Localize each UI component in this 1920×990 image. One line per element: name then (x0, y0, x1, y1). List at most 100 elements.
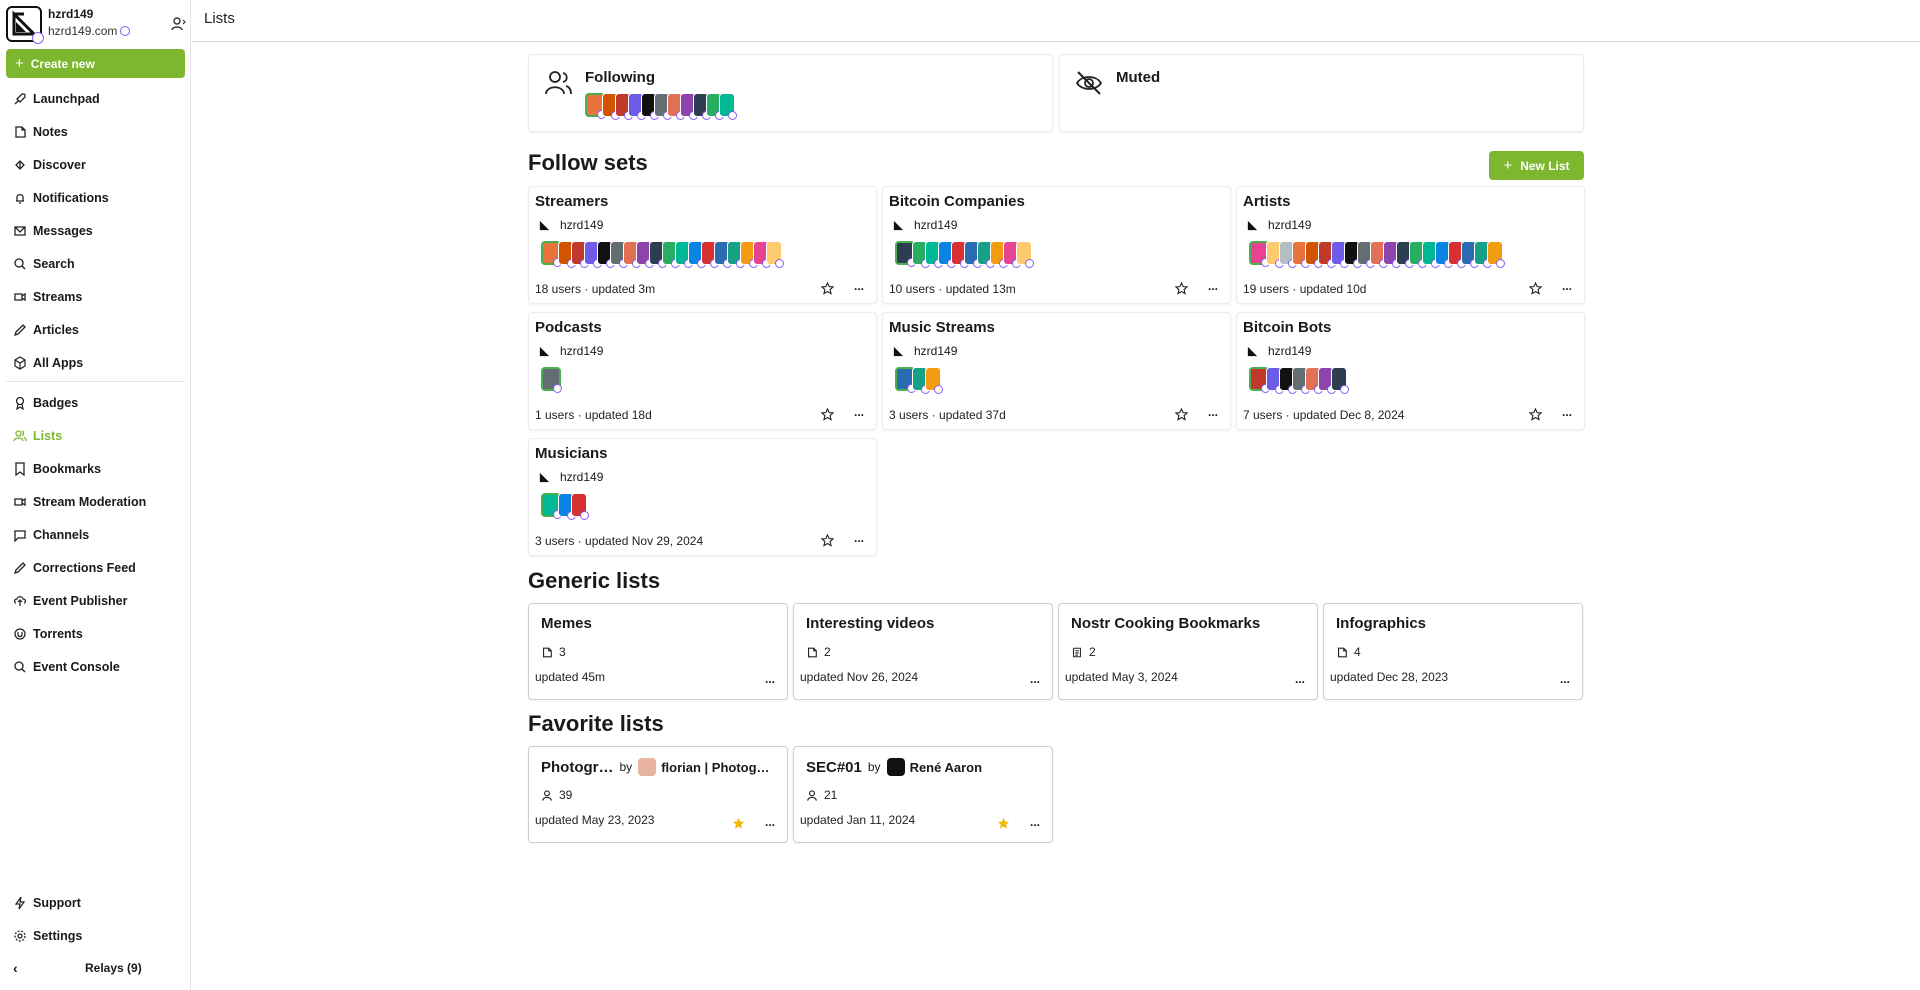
follow-set-card[interactable]: Streamers hzrd149 18 users · updated 3m … (528, 186, 877, 304)
sidebar-item-channels[interactable]: Channels (13, 524, 183, 546)
star-icon[interactable] (821, 282, 834, 295)
more-options-button[interactable]: ... (1562, 279, 1572, 293)
follow-set-title[interactable]: Streamers (535, 193, 608, 210)
sidebar-item-articles[interactable]: Articles (13, 319, 183, 341)
follow-set-owner[interactable]: hzrd149 (1246, 344, 1311, 358)
sidebar-item-notes[interactable]: Notes (13, 121, 183, 143)
author-avatar[interactable] (886, 758, 905, 776)
more-options-button[interactable]: ... (854, 405, 864, 419)
follow-set-owner[interactable]: hzrd149 (538, 470, 603, 484)
follow-set-title[interactable]: Podcasts (535, 319, 602, 336)
sidebar-item-all-apps[interactable]: All Apps (13, 352, 183, 374)
sidebar-item-streams[interactable]: Streams (13, 286, 183, 308)
more-options-button[interactable]: ... (1030, 815, 1040, 829)
star-icon[interactable] (1529, 408, 1542, 421)
more-options-button[interactable]: ... (854, 531, 864, 545)
following-card[interactable]: Following (528, 54, 1053, 132)
star-filled-icon[interactable] (732, 817, 745, 830)
user-avatar[interactable] (925, 367, 943, 394)
follow-set-owner[interactable]: hzrd149 (1246, 218, 1311, 232)
follow-set-card[interactable]: Bitcoin Companies hzrd149 10 users · upd… (882, 186, 1231, 304)
user-avatar[interactable] (1487, 241, 1505, 268)
follow-set-owner[interactable]: hzrd149 (892, 344, 957, 358)
sidebar-item-support[interactable]: Support (13, 892, 183, 914)
eye-off-icon (1075, 71, 1103, 95)
follow-set-title[interactable]: Bitcoin Bots (1243, 319, 1331, 336)
more-options-button[interactable]: ... (1560, 672, 1570, 686)
user-avatar[interactable] (541, 367, 562, 393)
sidebar-item-launchpad[interactable]: Launchpad (13, 88, 183, 110)
sidebar-item-torrents[interactable]: Torrents (13, 623, 183, 645)
more-options-button[interactable]: ... (765, 815, 775, 829)
star-icon[interactable] (1529, 282, 1542, 295)
generic-list-card[interactable]: Nostr Cooking Bookmarks 2 updated May 3,… (1058, 603, 1318, 700)
user-avatar[interactable] (1331, 367, 1349, 394)
sidebar-item-stream-moderation[interactable]: Stream Moderation (13, 491, 183, 513)
generic-list-card[interactable]: Memes 3 updated 45m ... (528, 603, 788, 700)
sidebar-item-lists[interactable]: Lists (13, 425, 183, 447)
sidebar-item-bookmarks[interactable]: Bookmarks (13, 458, 183, 480)
profile-block[interactable]: hzrd149 hzrd149.com (6, 6, 186, 44)
star-filled-icon[interactable] (997, 817, 1010, 830)
more-options-button[interactable]: ... (1208, 405, 1218, 419)
relays-button[interactable]: ‹ Relays (9) (13, 958, 183, 978)
generic-list-title[interactable]: Nostr Cooking Bookmarks (1071, 615, 1260, 632)
star-icon[interactable] (1175, 408, 1188, 421)
new-list-button[interactable]: + New List (1489, 151, 1584, 180)
star-icon[interactable] (821, 408, 834, 421)
follow-set-title[interactable]: Music Streams (889, 319, 995, 336)
favorite-list-title[interactable]: SEC#01 (806, 759, 862, 776)
follow-set-card[interactable]: Music Streams hzrd149 3 users · updated … (882, 312, 1231, 430)
sidebar-item-event-publisher[interactable]: Event Publisher (13, 590, 183, 612)
author-name[interactable]: florian | Photog… (661, 760, 769, 775)
more-options-button[interactable]: ... (765, 672, 775, 686)
favorite-list-card[interactable]: SEC#01 by René Aaron 21 updated Jan 11, … (793, 746, 1053, 843)
account-switch-icon[interactable] (170, 16, 186, 32)
more-options-button[interactable]: ... (1295, 672, 1305, 686)
follow-set-owner[interactable]: hzrd149 (538, 344, 603, 358)
follow-set-title[interactable]: Bitcoin Companies (889, 193, 1025, 210)
sidebar-item-messages[interactable]: Messages (13, 220, 183, 242)
sidebar-item-discover[interactable]: Discover (13, 154, 183, 176)
author-name[interactable]: René Aaron (910, 760, 982, 775)
user-avatar[interactable] (766, 241, 784, 268)
sidebar-item-event-console[interactable]: Event Console (13, 656, 183, 678)
more-options-button[interactable]: ... (1562, 405, 1572, 419)
sidebar-item-badges[interactable]: Badges (13, 392, 183, 414)
sidebar-item-notifications[interactable]: Notifications (13, 187, 183, 209)
follow-set-title[interactable]: Musicians (535, 445, 608, 462)
follow-set-card[interactable]: Musicians hzrd149 3 users · updated Nov … (528, 438, 877, 556)
sidebar-item-search[interactable]: Search (13, 253, 183, 275)
create-new-button[interactable]: + Create new (6, 49, 185, 78)
generic-list-title[interactable]: Interesting videos (806, 615, 934, 632)
follow-set-card[interactable]: Artists hzrd149 19 users · updated 10d .… (1236, 186, 1585, 304)
favorite-list-count: 39 (541, 788, 572, 802)
more-options-button[interactable]: ... (1030, 672, 1040, 686)
user-avatar[interactable] (571, 493, 589, 520)
generic-list-title[interactable]: Memes (541, 615, 592, 632)
follow-set-title[interactable]: Artists (1243, 193, 1291, 210)
generic-list-card[interactable]: Infographics 4 updated Dec 28, 2023 ... (1323, 603, 1583, 700)
generic-list-card[interactable]: Interesting videos 2 updated Nov 26, 202… (793, 603, 1053, 700)
follow-set-avatars (541, 241, 784, 268)
star-icon[interactable] (1175, 282, 1188, 295)
sidebar-item-corrections-feed[interactable]: Corrections Feed (13, 557, 183, 579)
favorite-list-title[interactable]: Photogr… (541, 759, 614, 776)
profile-nip05: hzrd149.com (48, 24, 131, 38)
star-icon[interactable] (821, 534, 834, 547)
user-avatar[interactable] (719, 93, 737, 120)
user-avatar[interactable] (1016, 241, 1034, 268)
sidebar-item-settings[interactable]: Settings (13, 925, 183, 947)
generic-list-title[interactable]: Infographics (1336, 615, 1426, 632)
muted-card[interactable]: Muted (1059, 54, 1584, 132)
follow-set-card[interactable]: Bitcoin Bots hzrd149 7 users · updated D… (1236, 312, 1585, 430)
generic-list-updated: updated 45m (535, 670, 606, 684)
follow-set-owner[interactable]: hzrd149 (538, 218, 603, 232)
more-options-button[interactable]: ... (1208, 279, 1218, 293)
more-options-button[interactable]: ... (854, 279, 864, 293)
favorite-list-card[interactable]: Photogr… by florian | Photog… 39 updated… (528, 746, 788, 843)
discover-icon (15, 160, 25, 170)
author-avatar[interactable] (638, 758, 657, 776)
follow-set-card[interactable]: Podcasts hzrd149 1 users · updated 18d .… (528, 312, 877, 430)
follow-set-owner[interactable]: hzrd149 (892, 218, 957, 232)
